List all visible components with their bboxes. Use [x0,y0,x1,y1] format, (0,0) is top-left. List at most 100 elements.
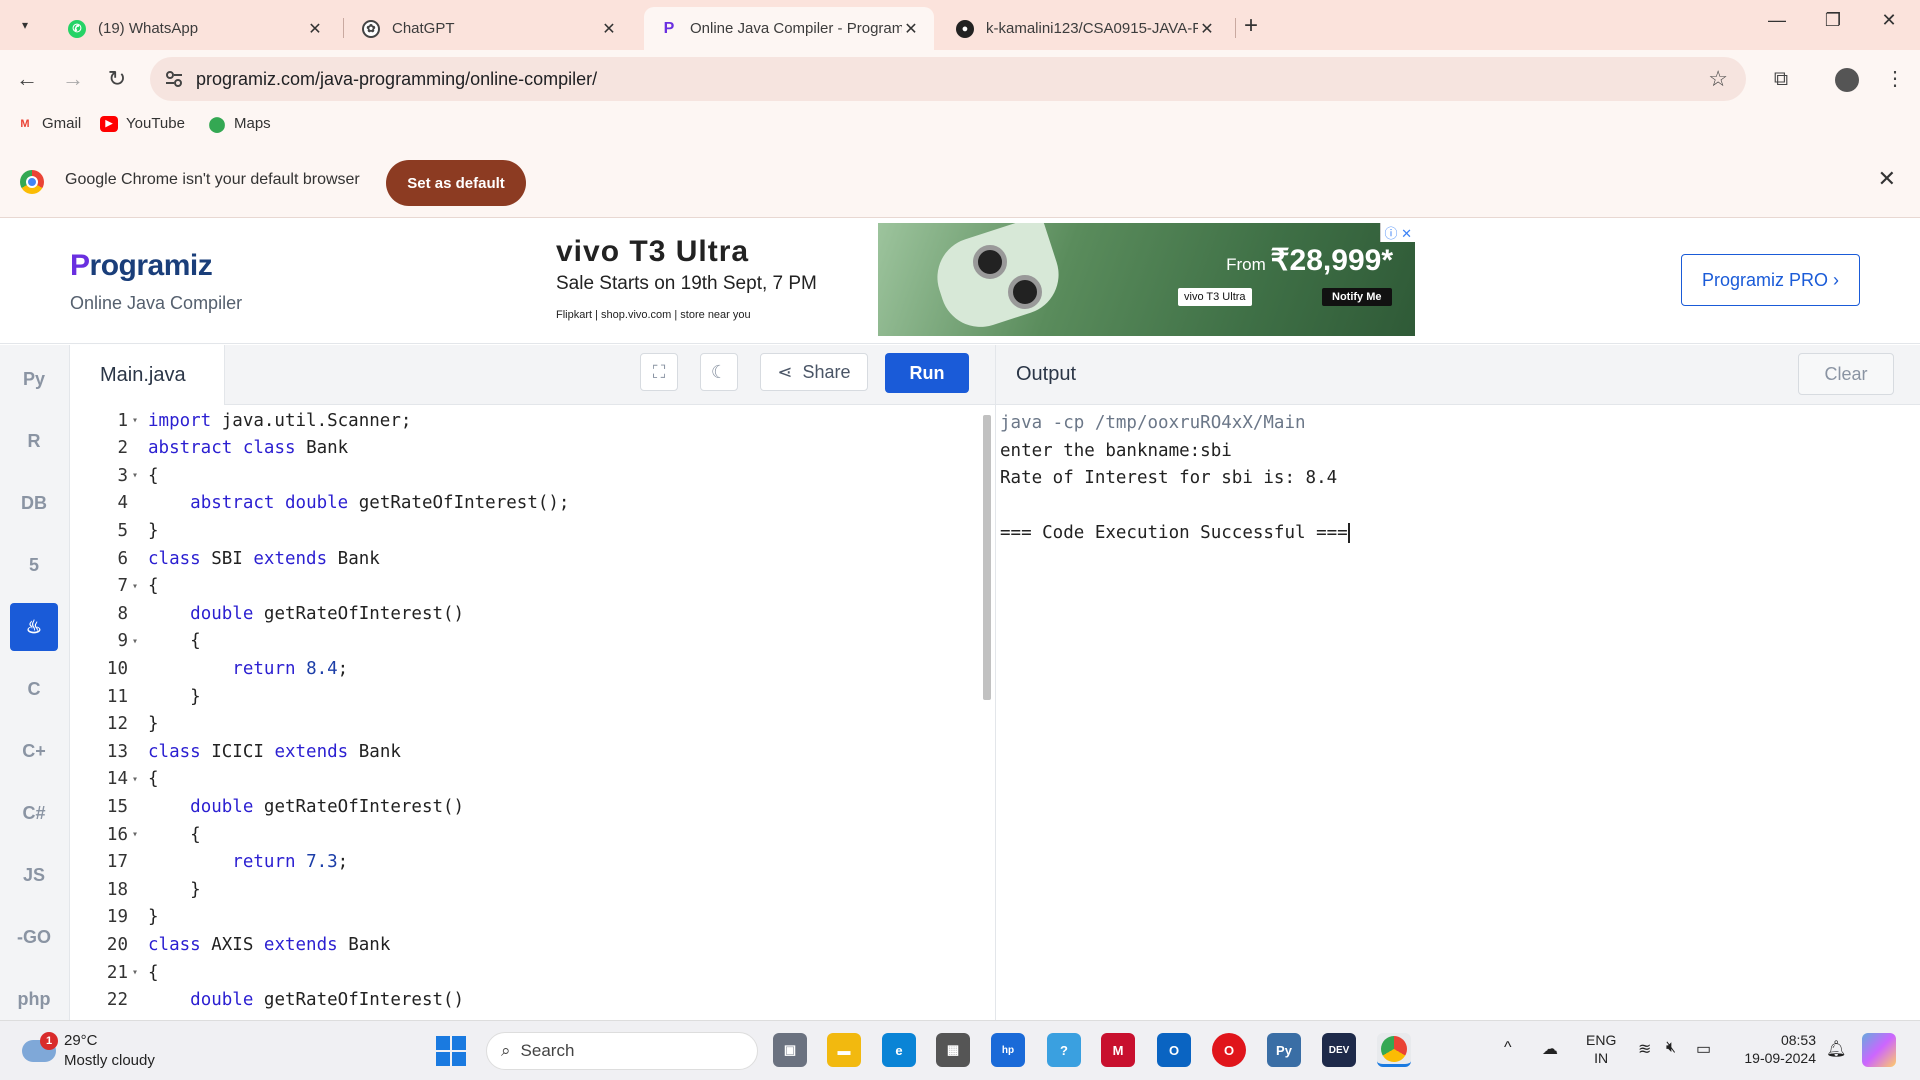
code-line[interactable]: 20 class AXIS extends Bank [70,931,980,958]
code-line[interactable]: 11 } [70,683,980,710]
bookmark-youtube[interactable]: ▶ YouTube [100,115,185,132]
volume-muted-icon[interactable]: 🔇︎ [1666,1039,1676,1057]
new-tab-icon[interactable]: + [1244,12,1258,40]
copilot-icon[interactable] [1862,1033,1896,1067]
tab-chatgpt[interactable]: ✿ ChatGPT ✕ [346,7,632,50]
url-text[interactable]: programiz.com/java-programming/online-co… [196,69,597,90]
opera-icon[interactable]: O [1212,1033,1246,1067]
bookmark-star-icon[interactable]: ☆ [1708,66,1728,92]
code-line[interactable]: 10 return 8.4; [70,655,980,682]
rail-javascript-icon[interactable]: JS [10,851,58,899]
chrome-menu-icon[interactable]: ⋮ [1880,64,1910,94]
clear-button[interactable]: Clear [1798,353,1894,395]
window-close-icon[interactable]: ✕ [1874,10,1904,31]
code-line[interactable]: 16 ▾ { [70,821,980,848]
code-line[interactable]: 5} [70,517,980,544]
windows-start-icon[interactable] [436,1036,466,1066]
set-as-default-button[interactable]: Set as default [386,160,526,206]
edge-icon[interactable]: e [882,1033,916,1067]
mcafee-icon[interactable]: M [1101,1033,1135,1067]
code-line[interactable]: 1 ▾ import java.util.Scanner; [70,407,980,434]
restore-icon[interactable]: ❐ [1818,10,1848,31]
code-line[interactable]: 15 double getRateOfInterest() [70,793,980,820]
bookmark-gmail[interactable]: M Gmail [16,115,81,132]
code-line[interactable]: 19} [70,904,980,931]
rail-cpp-icon[interactable]: C+ [10,727,58,775]
advertisement-banner[interactable]: vivo T3 Ultra Sale Starts on 19th Sept, … [548,223,1415,336]
taskbar-search[interactable]: ⌕ Search [486,1032,758,1070]
fold-arrow-icon[interactable]: ▾ [132,774,146,785]
rail-java-icon[interactable]: ♨ [10,603,58,651]
minimize-icon[interactable]: — [1762,10,1792,31]
tab-github[interactable]: ● k-kamalini123/CSA0915-JAVA-P ✕ [940,7,1230,50]
rail-go-icon[interactable]: -GO [10,913,58,961]
ad-close-icon[interactable]: ⓘ ✕ [1380,223,1415,242]
dark-mode-icon[interactable]: ☾ [700,353,738,391]
back-icon[interactable]: ← [12,64,42,94]
fullscreen-icon[interactable]: ⛶ [640,353,678,391]
fold-arrow-icon[interactable]: ▾ [132,415,146,426]
battery-icon[interactable]: ▭ [1696,1039,1711,1059]
code-line[interactable]: 7 ▾{ [70,573,980,600]
tab-close-icon[interactable]: ✕ [902,19,920,39]
share-button[interactable]: ⋖ Share [760,353,868,391]
file-tab[interactable]: Main.java [70,345,225,405]
fold-arrow-icon[interactable]: ▾ [132,829,146,840]
rail-php-icon[interactable]: php [10,975,58,1023]
rail-sql-icon[interactable]: DB [10,479,58,527]
tab-online-java-compiler[interactable]: P Online Java Compiler - Program ✕ [644,7,934,50]
fold-arrow-icon[interactable]: ▾ [132,470,146,481]
tab-search-chevron-icon[interactable]: ▾ [12,12,38,38]
bookmark-maps[interactable]: ⬤ Maps [208,115,271,133]
infobar-close-icon[interactable]: ✕ [1878,166,1896,192]
rail-python-icon[interactable]: Py [10,355,58,403]
devcpp-icon[interactable]: DEV [1322,1033,1356,1067]
code-line[interactable]: 3 ▾{ [70,462,980,489]
programiz-pro-button[interactable]: Programiz PRO › [1681,254,1860,306]
code-line[interactable]: 14 ▾{ [70,766,980,793]
onedrive-icon[interactable]: ☁ [1542,1039,1558,1059]
extensions-icon[interactable]: ⧉ [1766,64,1796,94]
task-view-icon[interactable]: ▣ [773,1033,807,1067]
code-line[interactable]: 17 return 7.3; [70,849,980,876]
programiz-logo[interactable]: Programiz [70,249,213,283]
tab-close-icon[interactable]: ✕ [600,19,618,39]
myhp-icon[interactable]: hp [991,1033,1025,1067]
python-icon[interactable]: ? [1047,1033,1081,1067]
code-editor[interactable]: 1 ▾ import java.util.Scanner; 2 abstract cla… [70,405,995,1020]
forward-icon[interactable]: → [58,64,88,94]
notifications-bell-icon[interactable]: 🔔︎ [1826,1039,1846,1059]
code-line[interactable]: 22 double getRateOfInterest() [70,987,980,1014]
file-explorer-icon[interactable]: ▬ [827,1033,861,1067]
ad-notify-button[interactable]: Notify Me [1322,288,1392,306]
microsoft-store-icon[interactable]: ▦ [936,1033,970,1067]
rail-c-icon[interactable]: C [10,665,58,713]
tab-close-icon[interactable]: ✕ [1198,19,1216,39]
address-bar[interactable]: programiz.com/java-programming/online-co… [150,57,1746,101]
system-clock[interactable]: 08:53 19-09-2024 [1736,1031,1816,1067]
fold-arrow-icon[interactable]: ▾ [132,581,146,592]
chrome-taskbar-icon[interactable] [1377,1033,1411,1067]
code-line[interactable]: 9 ▾ { [70,628,980,655]
language-indicator[interactable]: ENG IN [1586,1031,1616,1067]
code-line[interactable]: 4 abstract double getRateOfInterest(); [70,490,980,517]
profile-avatar-icon[interactable] [1832,64,1862,94]
editor-scrollbar[interactable] [983,415,991,700]
reload-icon[interactable]: ↻ [102,64,132,94]
wifi-icon[interactable]: ≋ [1638,1039,1651,1059]
code-line[interactable]: 6 class SBI extends Bank [70,545,980,572]
code-line[interactable]: 21 ▾{ [70,959,980,986]
python-idle-icon[interactable]: Py [1267,1033,1301,1067]
run-button[interactable]: Run [885,353,969,393]
code-line[interactable]: 13 class ICICI extends Bank [70,738,980,765]
code-line[interactable]: 2 abstract class Bank [70,435,980,462]
rail-r-icon[interactable]: R [10,417,58,465]
code-line[interactable]: 8 double getRateOfInterest() [70,600,980,627]
rail-csharp-icon[interactable]: C# [10,789,58,837]
fold-arrow-icon[interactable]: ▾ [132,636,146,647]
outlook-icon[interactable]: O [1157,1033,1191,1067]
code-line[interactable]: 12} [70,711,980,738]
fold-arrow-icon[interactable]: ▾ [132,967,146,978]
output-console[interactable]: java -cp /tmp/ooxruRO4xX/Main enter the b… [996,405,1920,1020]
site-info-icon[interactable] [164,69,184,89]
